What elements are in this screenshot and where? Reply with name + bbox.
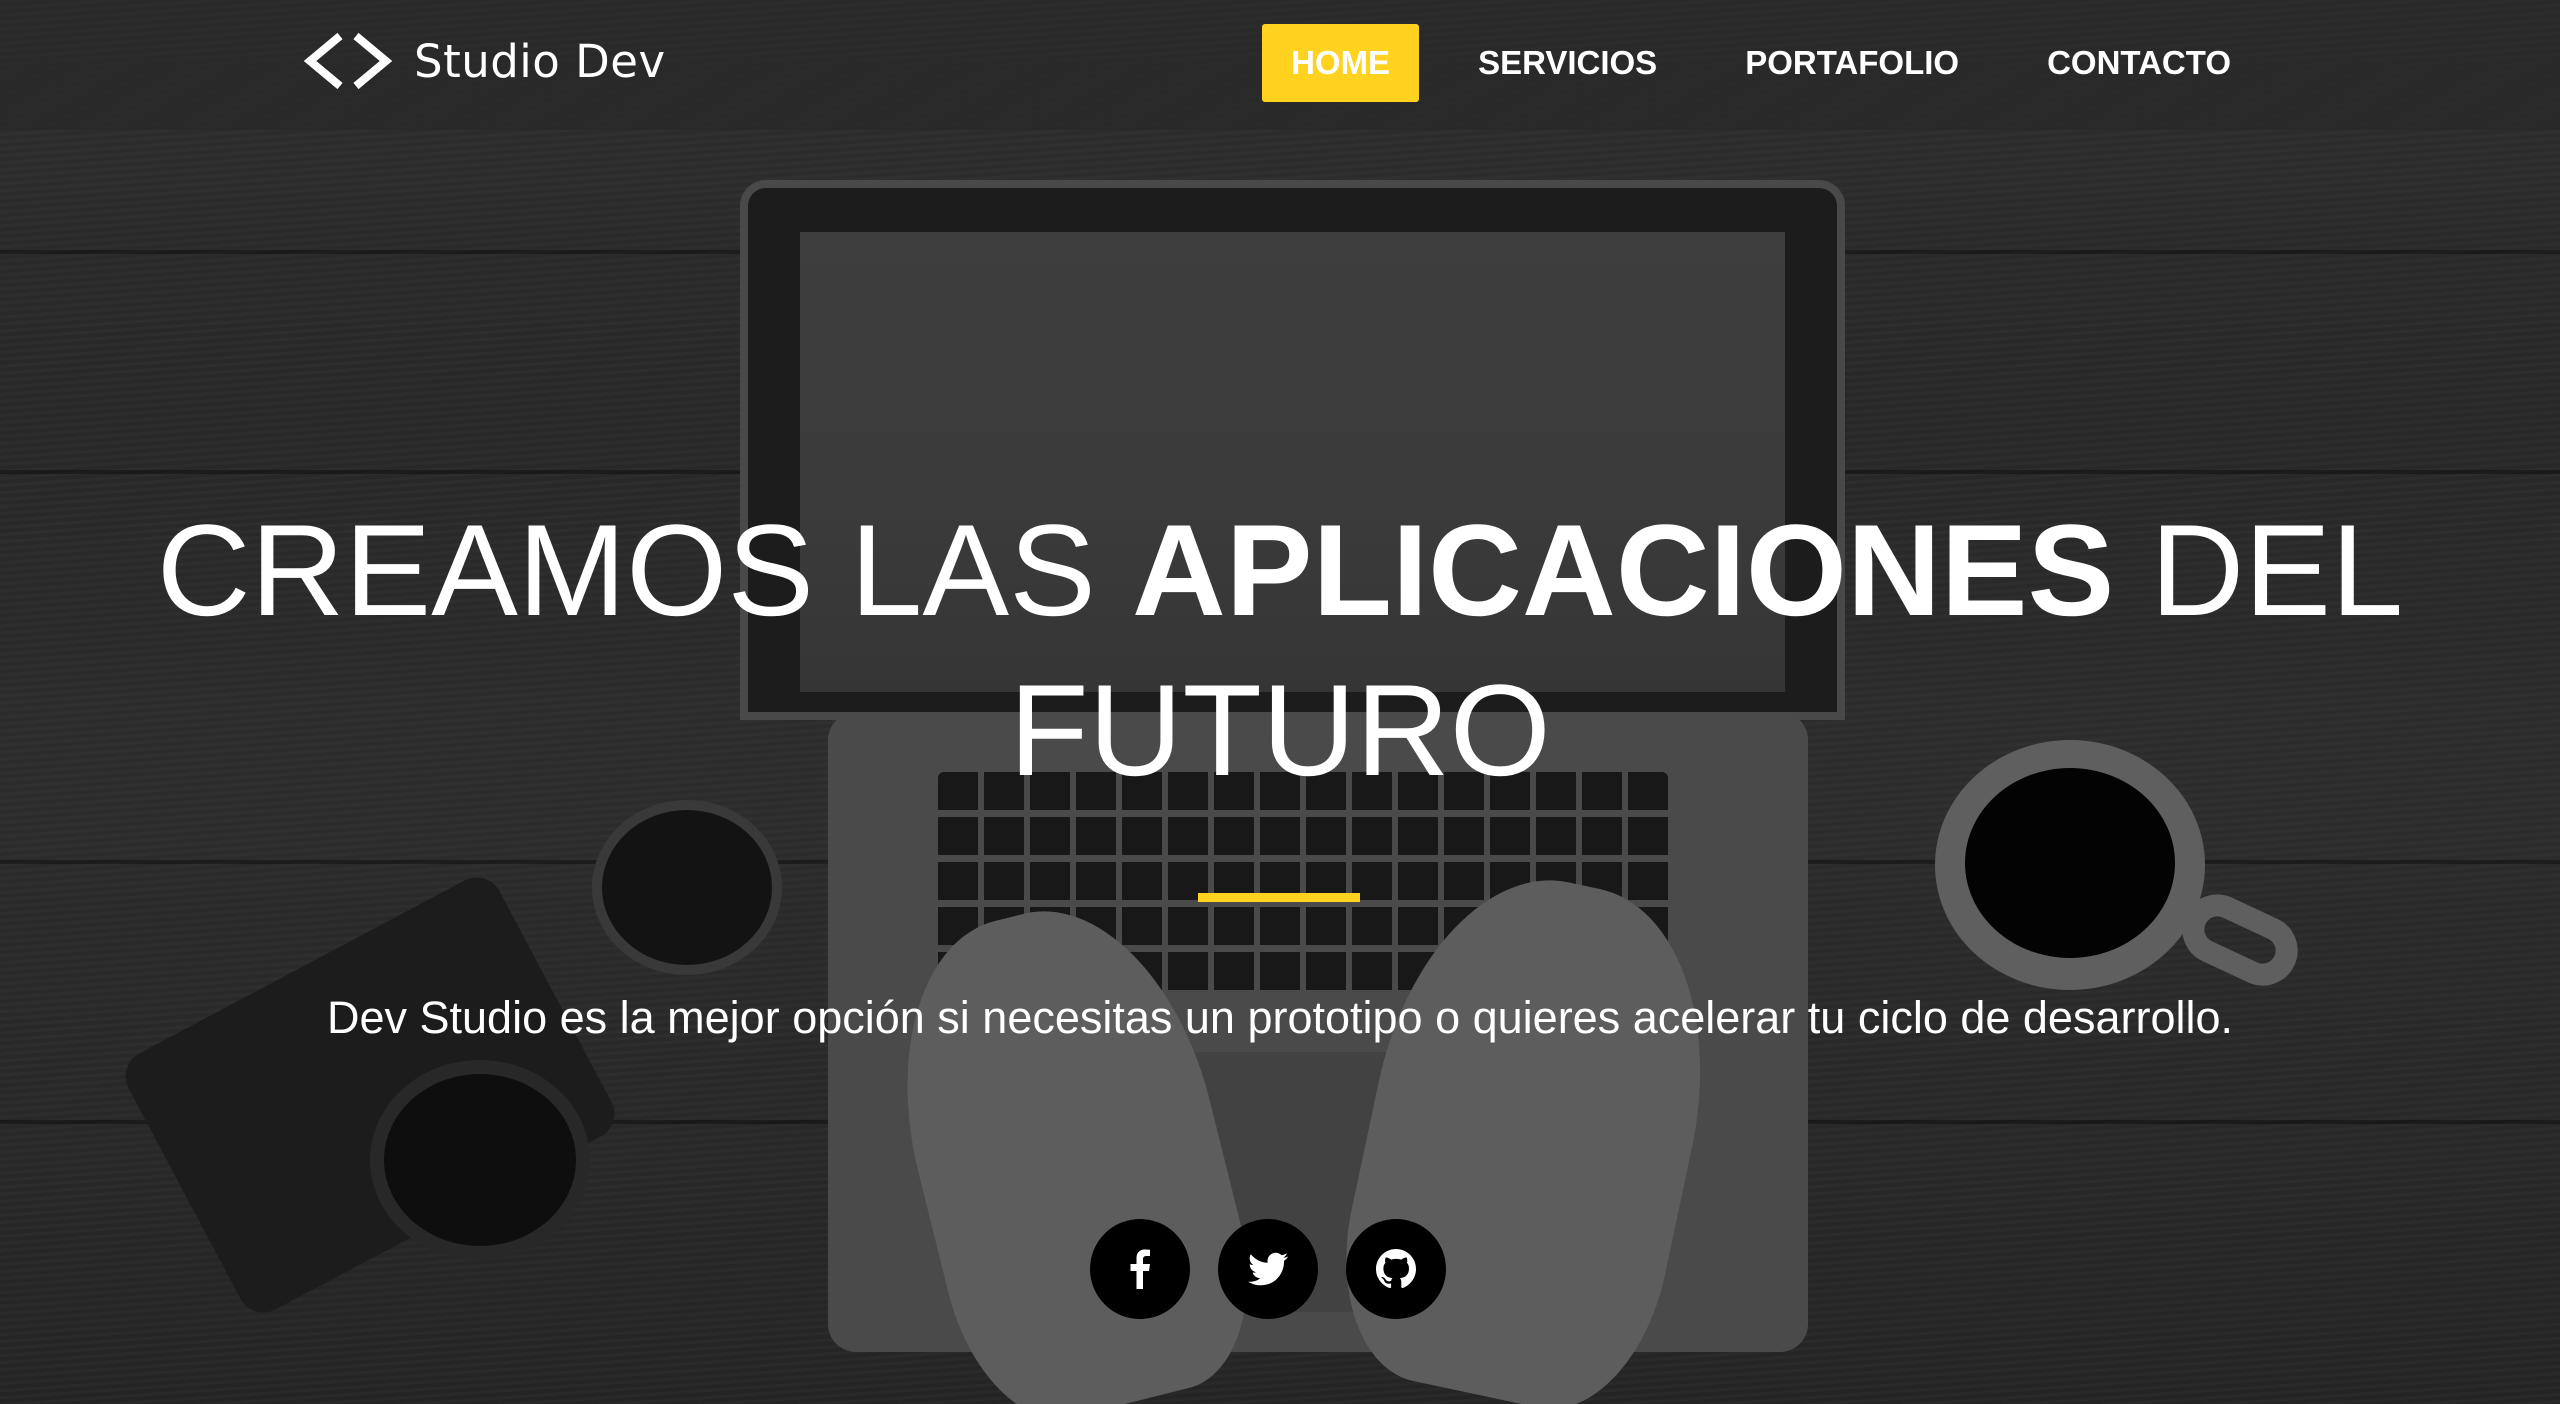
hero-title-part1: CREAMOS LAS	[156, 497, 1132, 643]
hero-title-bold: APLICACIONES	[1131, 497, 2115, 643]
nav-item-servicios[interactable]: SERVICIOS	[1449, 24, 1686, 102]
main-nav: HOME SERVICIOS PORTAFOLIO CONTACTO	[1262, 24, 2560, 102]
brand-name: Studio Dev	[414, 34, 666, 88]
social-links	[1090, 1219, 1446, 1319]
landing-page: Studio Dev HOME SERVICIOS PORTAFOLIO CON…	[0, 0, 2560, 1404]
nav-item-home[interactable]: HOME	[1262, 24, 1420, 102]
brand-logo-link[interactable]: Studio Dev	[300, 26, 666, 96]
facebook-icon	[1130, 1249, 1150, 1289]
navbar: Studio Dev HOME SERVICIOS PORTAFOLIO CON…	[0, 0, 2560, 130]
github-icon	[1376, 1249, 1416, 1289]
nav-item-contacto[interactable]: CONTACTO	[2018, 24, 2260, 102]
twitter-button[interactable]	[1218, 1219, 1318, 1319]
hero-subtitle: Dev Studio es la mejor opción si necesit…	[326, 992, 2234, 1043]
twitter-icon	[1248, 1252, 1288, 1286]
facebook-button[interactable]	[1090, 1219, 1190, 1319]
hero-divider	[1198, 893, 1360, 902]
hero-title: CREAMOS LAS APLICACIONES DEL FUTURO	[0, 490, 2560, 810]
github-button[interactable]	[1346, 1219, 1446, 1319]
code-brackets-icon	[303, 32, 393, 90]
nav-item-portafolio[interactable]: PORTAFOLIO	[1716, 24, 1988, 102]
